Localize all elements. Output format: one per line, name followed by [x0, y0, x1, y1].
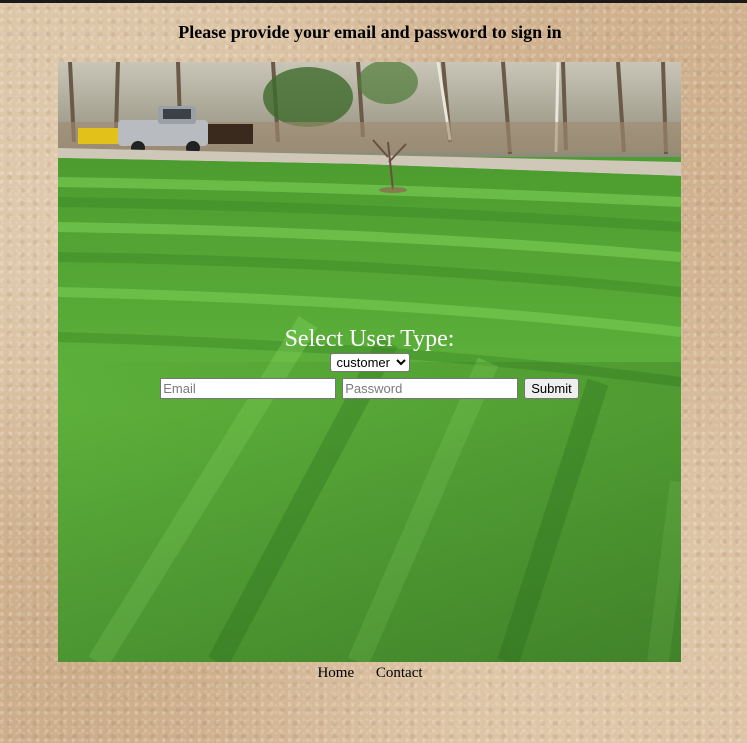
footer-nav: Home Contact — [0, 665, 740, 682]
sign-in-form: Select User Type: customer Submit — [58, 326, 681, 399]
email-field[interactable] — [160, 378, 337, 399]
top-edge-bar — [0, 0, 747, 3]
password-field[interactable] — [342, 378, 519, 399]
page-heading: Please provide your email and password t… — [178, 22, 562, 42]
user-type-label: Select User Type: — [284, 326, 455, 352]
footer-link-contact[interactable]: Contact — [376, 665, 423, 681]
submit-button[interactable]: Submit — [524, 378, 579, 399]
footer-link-home[interactable]: Home — [317, 665, 354, 681]
user-type-select[interactable]: customer — [329, 353, 410, 372]
credentials-row: Submit — [58, 378, 681, 399]
